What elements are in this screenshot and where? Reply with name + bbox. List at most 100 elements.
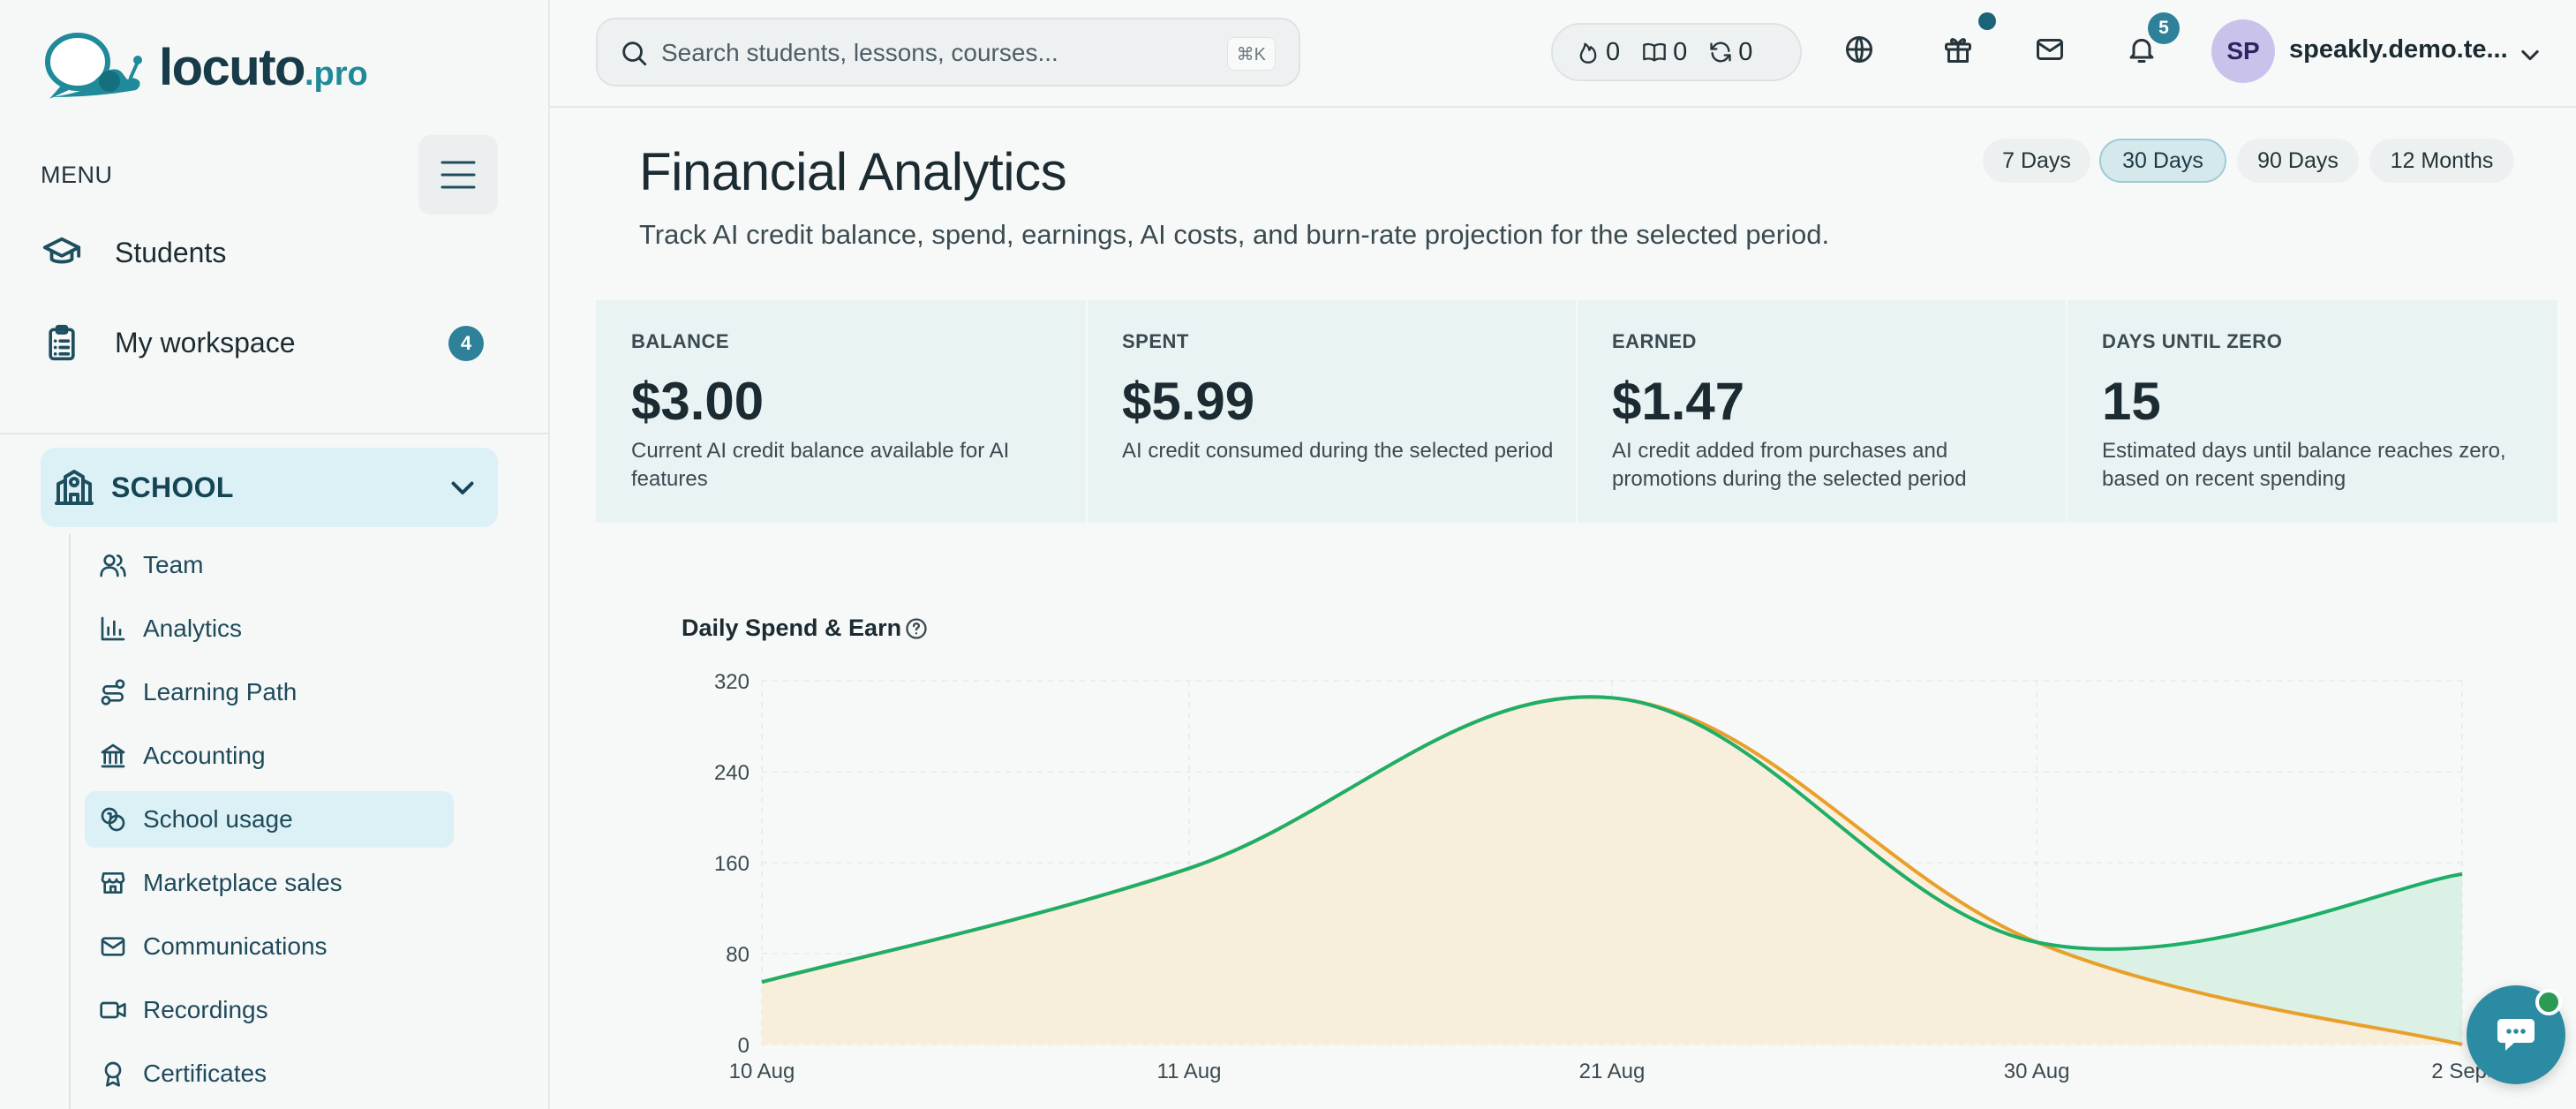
reviews-stat: 0 (1708, 38, 1752, 67)
y-tick-label: 160 (714, 852, 749, 876)
chevron-down-icon[interactable] (2518, 42, 2542, 67)
sidebar-item-label: Students (115, 236, 227, 268)
sidebar-item-label: Marketplace sales (143, 869, 343, 896)
sidebar-item-marketplace-sales[interactable]: Marketplace sales (85, 855, 454, 911)
notification-count-badge: 5 (2148, 12, 2180, 44)
chat-bubble-icon (2497, 1019, 2535, 1051)
mail-icon (97, 931, 129, 962)
x-tick-label: 11 Aug (1157, 1060, 1222, 1083)
search-shortcut-hint: ⌘K (1226, 37, 1276, 71)
streak-stat: 0 (1576, 38, 1620, 67)
chart-title: Daily Spend & Earn (682, 615, 902, 641)
sidebar-item-communications[interactable]: Communications (85, 918, 454, 975)
sidebar-item-school-usage[interactable]: School usage (85, 791, 454, 848)
y-tick-label: 0 (738, 1034, 749, 1058)
sidebar-item-label: Recordings (143, 996, 268, 1023)
sidebar-item-my-workspace[interactable]: My workspace (41, 321, 296, 364)
kpi-value: $3.00 (631, 372, 765, 431)
reviews-value: 0 (1738, 37, 1753, 66)
sidebar-section-school[interactable]: SCHOOL (41, 448, 498, 527)
sidebar-item-label: My workspace (115, 326, 296, 358)
submenu-rail (69, 534, 71, 1109)
bar-chart-icon (97, 613, 129, 645)
store-icon (97, 867, 129, 899)
sidebar-item-label: Analytics (143, 615, 243, 642)
workspace-count-badge: 4 (448, 326, 484, 361)
gift-icon[interactable] (1942, 34, 1974, 65)
sidebar-item-certificates[interactable]: Certificates (85, 1045, 454, 1102)
bank-icon (97, 740, 129, 772)
kpi-description: Current AI credit balance available for … (631, 439, 1010, 491)
help-circle-icon[interactable] (904, 616, 929, 641)
award-icon (97, 1058, 129, 1090)
sidebar-item-team[interactable]: Team (85, 537, 454, 593)
x-tick-label: 30 Aug (2004, 1060, 2070, 1083)
menu-toggle-button[interactable] (418, 135, 498, 215)
hamburger-icon (441, 161, 476, 189)
sidebar-item-recordings[interactable]: Recordings (85, 982, 454, 1038)
sidebar-item-analytics[interactable]: Analytics (85, 600, 454, 657)
brand-name-text: locuto (159, 39, 305, 96)
period-90-days[interactable]: 90 Days (2237, 139, 2359, 183)
sidebar-item-students[interactable]: Students (41, 231, 226, 274)
chevron-down-icon (447, 472, 478, 503)
brand-logo[interactable]: locuto.pro (42, 32, 395, 106)
refresh-icon (1710, 41, 1731, 63)
brand-tld: .pro (304, 56, 368, 93)
kpi-row: BALANCE $3.00 Current AI credit balance … (596, 300, 2557, 523)
page-title: Financial Analytics (639, 142, 1067, 201)
kpi-value: $5.99 (1122, 372, 1255, 431)
streak-value: 0 (1606, 37, 1621, 66)
x-tick-label: 10 Aug (729, 1060, 795, 1083)
search-icon (619, 38, 649, 68)
flame-icon (1579, 42, 1597, 64)
sidebar: locuto.pro MENU Students My workspace 4 … (0, 0, 550, 1109)
period-30-days[interactable]: 30 Days (2099, 139, 2226, 183)
y-tick-label: 80 (726, 943, 749, 967)
menu-label: MENU (41, 162, 113, 188)
sidebar-item-label: Certificates (143, 1060, 267, 1087)
globe-icon[interactable] (1843, 34, 1875, 65)
route-icon (97, 676, 129, 708)
kpi-value: 15 (2102, 372, 2161, 431)
kpi-label: SPENT (1122, 330, 1189, 352)
kpi-label: DAYS UNTIL ZERO (2102, 330, 2283, 352)
kpi-description: Estimated days until balance reaches zer… (2102, 439, 2506, 491)
y-tick-label: 240 (714, 761, 749, 785)
school-building-icon (53, 466, 95, 509)
coins-icon (97, 803, 129, 835)
sidebar-item-label: Team (143, 551, 204, 578)
kpi-value: $1.47 (1612, 372, 1745, 431)
kpi-earned: EARNED $1.47 AI credit added from purcha… (1577, 300, 2067, 523)
x-tick-label: 21 Aug (1579, 1060, 1646, 1083)
period-12-months[interactable]: 12 Months (2369, 139, 2514, 183)
users-icon (97, 549, 129, 581)
search-input[interactable]: Search students, lessons, courses... ⌘K (596, 18, 1300, 87)
sidebar-divider (0, 433, 548, 434)
graduation-cap-icon (41, 231, 83, 274)
brand-name: locuto.pro (159, 42, 368, 94)
user-name[interactable]: speakly.demo.te... (2289, 35, 2508, 64)
search-placeholder: Search students, lessons, courses... (661, 39, 1058, 66)
sidebar-item-learning-path[interactable]: Learning Path (85, 664, 454, 720)
kpi-balance: BALANCE $3.00 Current AI credit balance … (596, 300, 1086, 523)
kpi-label: EARNED (1612, 330, 1697, 352)
activity-stats[interactable]: 0 0 0 (1551, 23, 1802, 81)
sidebar-item-label: Learning Path (143, 678, 298, 705)
kpi-spent: SPENT $5.99 AI credit consumed during th… (1087, 300, 1577, 523)
lessons-stat: 0 (1641, 38, 1687, 67)
kpi-label: BALANCE (631, 330, 730, 352)
book-open-icon (1643, 42, 1666, 62)
page-description: Track AI credit balance, spend, earnings… (639, 219, 1830, 250)
sidebar-item-label: School usage (143, 805, 293, 833)
sidebar-item-accounting[interactable]: Accounting (85, 728, 454, 784)
section-label: SCHOOL (111, 471, 234, 503)
kpi-description: AI credit consumed during the selected p… (1122, 439, 1554, 463)
daily-spend-earn-chart: 08016024032010 Aug 11 Aug 21 Aug 30 Aug 2 Se… (714, 670, 2489, 1083)
kpi-days-until-zero: DAYS UNTIL ZERO 15 Estimated days until … (2067, 300, 2557, 523)
period-7-days[interactable]: 7 Days (1983, 139, 2090, 183)
avatar[interactable]: SP (2211, 19, 2275, 83)
mail-icon[interactable] (2034, 34, 2066, 65)
gift-notification-dot (1978, 12, 1996, 30)
kpi-description: AI credit added from purchases and promo… (1612, 439, 1967, 491)
